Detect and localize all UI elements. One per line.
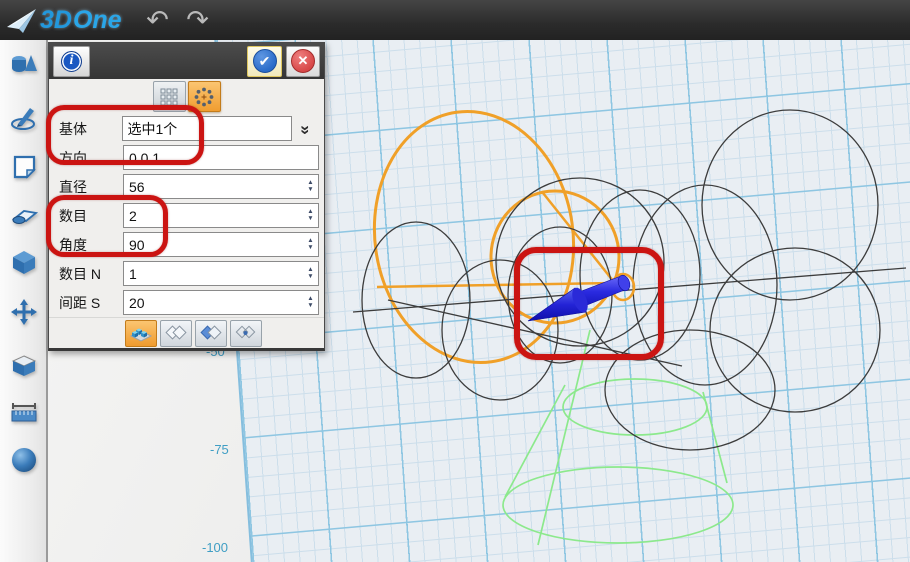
field-label: 方向	[51, 148, 123, 168]
instances-reference-button[interactable]	[230, 320, 262, 347]
direction-input[interactable]	[123, 145, 319, 170]
field-label: 直径	[51, 177, 123, 197]
instance-mode-toolbar	[49, 317, 324, 348]
paper-plane-icon	[6, 6, 38, 34]
angle-input[interactable]	[123, 232, 319, 257]
ruler-icon	[10, 402, 38, 424]
spin-down-icon[interactable]: ▼	[304, 303, 317, 310]
confirm-button[interactable]: ✔	[247, 46, 282, 77]
top-bar: 3DOne ↶ ↷	[0, 0, 910, 40]
instances-copy-icon	[199, 324, 223, 342]
field-row-count-n: 数目 N ▲▼	[51, 259, 322, 288]
orange-pattern-circles	[358, 98, 619, 375]
spacing-s-input[interactable]	[123, 290, 319, 315]
field-label: 角度	[51, 235, 123, 255]
field-row-base: 基体 »	[51, 114, 322, 143]
instances-copy-button[interactable]	[195, 320, 227, 347]
instances-ghost-icon	[164, 324, 188, 342]
wireframe-circles	[353, 110, 906, 450]
info-button[interactable]: i	[53, 46, 90, 77]
redo-button[interactable]: ↷	[178, 2, 218, 38]
sidebar-item-feature-cube[interactable]	[4, 242, 44, 282]
sidebar-item-move-transform[interactable]	[4, 292, 44, 332]
expand-chevron-icon[interactable]: »	[295, 117, 316, 141]
field-label: 数目 N	[51, 264, 123, 284]
field-row-direction: 方向	[51, 143, 322, 172]
base-input[interactable]	[122, 116, 292, 141]
pattern-mode-toggle	[49, 79, 324, 113]
cube-icon	[11, 249, 37, 275]
assembly-icon	[10, 352, 38, 378]
diameter-input[interactable]	[123, 174, 319, 199]
sidebar-item-edit-feature[interactable]	[4, 195, 44, 235]
instances-reference-icon	[234, 324, 258, 342]
circular-pattern-button[interactable]	[188, 81, 221, 112]
instances-solid-icon	[129, 323, 153, 343]
sidebar-item-assembly-blocks[interactable]	[4, 345, 44, 385]
field-row-diameter: 直径 ▲▼	[51, 172, 322, 201]
sidebar-item-measure-ruler[interactable]	[4, 393, 44, 433]
undo-button[interactable]: ↶	[138, 2, 178, 38]
instances-ghost-button[interactable]	[160, 320, 192, 347]
spin-down-icon[interactable]: ▼	[304, 274, 317, 281]
cancel-button[interactable]: ✕	[286, 46, 320, 77]
instances-solid-button[interactable]	[125, 320, 157, 347]
tool-sidebar	[0, 40, 48, 562]
edit-feature-icon	[10, 203, 38, 227]
count-n-input[interactable]	[123, 261, 319, 286]
sidebar-item-material-sphere[interactable]	[4, 440, 44, 480]
close-icon: ✕	[291, 49, 315, 73]
logo-text: 3DOne	[40, 6, 122, 35]
app-logo: 3DOne	[6, 6, 122, 35]
dialog-header: i ✔ ✕	[49, 43, 324, 79]
linear-pattern-button[interactable]	[153, 81, 186, 112]
circular-pattern-icon	[194, 87, 214, 107]
sketch-plane-icon	[11, 154, 38, 180]
solid-primitives-icon	[9, 51, 39, 77]
field-row-count: 数目 ▲▼	[51, 201, 322, 230]
field-row-angle: 角度 ▲▼	[51, 230, 322, 259]
check-icon: ✔	[253, 49, 277, 73]
sidebar-item-solid-primitives[interactable]	[4, 44, 44, 84]
dialog-fields: 基体 » 方向 直径 ▲▼ 数目 ▲▼ 角度 ▲▼	[49, 113, 324, 317]
circular-pattern-dialog: i ✔ ✕	[48, 42, 325, 351]
info-icon: i	[61, 51, 82, 72]
sidebar-item-sketch-draw[interactable]	[4, 97, 44, 137]
app-window: 3DOne ↶ ↷	[0, 0, 910, 562]
linear-pattern-icon	[160, 88, 178, 106]
field-label: 数目	[51, 206, 123, 226]
material-sphere-icon	[10, 446, 38, 474]
field-row-spacing-s: 间距 S ▲▼	[51, 288, 322, 317]
spin-down-icon[interactable]: ▼	[304, 216, 317, 223]
count-input[interactable]	[123, 203, 319, 228]
spin-down-icon[interactable]: ▼	[304, 245, 317, 252]
sidebar-item-sketch-plane[interactable]	[4, 147, 44, 187]
spin-down-icon[interactable]: ▼	[304, 187, 317, 194]
sketch-pen-icon	[10, 104, 38, 130]
green-cone-wireframe	[503, 330, 733, 545]
field-label: 基体	[51, 119, 122, 139]
field-label: 间距 S	[51, 293, 123, 313]
move-arrows-icon	[10, 298, 38, 326]
